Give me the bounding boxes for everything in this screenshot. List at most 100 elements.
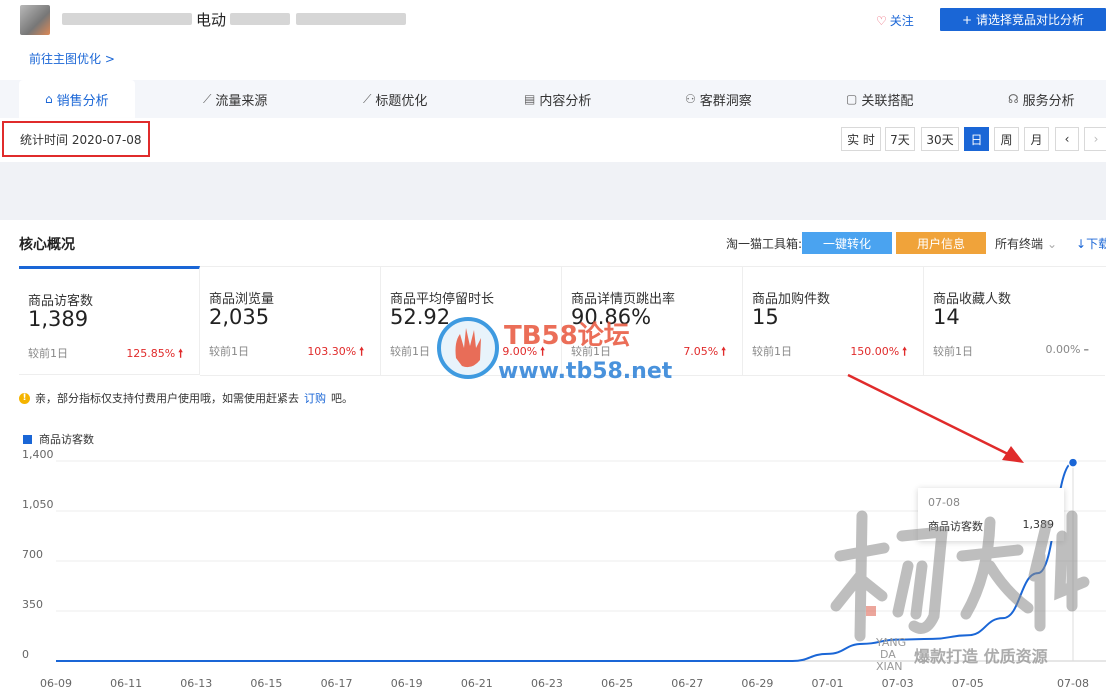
metric-card[interactable]: 商品平均停留时长 52.92 较前1日 9.00% 🠕 [381, 267, 562, 376]
y-tick-label: 700 [22, 548, 43, 561]
metric-change-value: 150.00% [850, 345, 900, 358]
tab-related-match[interactable]: ▢ 关联搭配 [846, 80, 913, 118]
tab-label: 标题优化 [375, 93, 428, 109]
x-tick-label: 06-09 [40, 677, 72, 690]
chevron-left-icon: ‹ [1064, 132, 1070, 146]
tab-sales-analysis[interactable]: ⌂ 销售分析 [19, 80, 135, 118]
terminal-select[interactable]: 所有终端 ⌄ [995, 235, 1057, 252]
arrow-up-icon: 🠕 [721, 345, 726, 358]
home-icon: ⌂ [45, 92, 53, 106]
metric-value: 1,389 [28, 307, 89, 331]
arrow-up-icon: 🠕 [178, 347, 183, 360]
metric-card[interactable]: 商品访客数 1,389 较前1日 125.85% 🠕 [19, 266, 200, 375]
period-30days[interactable]: 30天 [921, 127, 959, 151]
y-tick-label: 350 [22, 598, 43, 611]
chevron-down-icon: ⌄ [1047, 237, 1058, 251]
breadcrumb-main-image-optimize[interactable]: 前往主图优化 > [29, 50, 115, 67]
download-label: 下载 [1086, 237, 1106, 251]
download-button[interactable]: ↓下载 [1076, 235, 1106, 252]
doc-icon: ▤ [524, 92, 536, 106]
tab-service-analysis[interactable]: ☊ 服务分析 [1008, 80, 1075, 118]
x-tick-label: 06-19 [391, 677, 423, 690]
blurred-text [230, 13, 291, 25]
tab-label: 内容分析 [539, 93, 592, 109]
tab-label: 流量来源 [215, 93, 268, 109]
x-tick-label: 07-05 [952, 677, 984, 690]
tooltip-series-name: 商品访客数 [928, 520, 983, 533]
tab-content-analysis[interactable]: ▤ 内容分析 [524, 80, 591, 118]
period-7days[interactable]: 7天 [885, 127, 915, 151]
one-click-convert-button[interactable]: 一键转化 [802, 232, 892, 254]
metric-compare-label: 较前1日 [752, 345, 792, 358]
y-tick-label: 1,400 [22, 448, 54, 461]
metric-value: 15 [752, 305, 779, 329]
arrow-up-icon: 🠕 [902, 345, 907, 358]
metric-change: 0.00% – [1046, 343, 1089, 356]
metric-value: 52.92 [390, 305, 451, 329]
visitors-line-chart[interactable]: 0 350 700 1,050 1,400 06-09 06-11 06-13 06-15 06-… [0, 448, 1106, 699]
paid-feature-notice: ! 亲，部分指标仅支持付费用户使用哦，如需使用赶紧去 订购 吧。 [19, 390, 353, 406]
metric-value: 90.86% [571, 305, 652, 329]
metric-change: 7.05% 🠕 [683, 343, 726, 362]
tab-customer-insight[interactable]: ⚇ 客群洞察 [685, 80, 752, 118]
chart-legend[interactable]: 商品访客数 [23, 431, 94, 447]
metric-card[interactable]: 商品加购件数 15 较前1日 150.00% 🠕 [743, 267, 924, 376]
y-tick-label: 0 [22, 648, 29, 661]
user-info-button[interactable]: 用户信息 [896, 232, 986, 254]
subscribe-link[interactable]: 订购 [304, 390, 326, 406]
metric-change: 103.30% 🠕 [307, 343, 364, 362]
metric-change-value: 7.05% [683, 345, 719, 358]
metric-cards: 商品访客数 1,389 较前1日 125.85% 🠕 商品浏览量 2,035 较前… [19, 266, 1106, 376]
info-icon: ! [19, 392, 30, 404]
tooltip-value: 1,389 [1022, 518, 1055, 531]
arrow-up-icon: 🠕 [359, 345, 364, 358]
data-point [1067, 457, 1079, 468]
chevron-right-icon: › [1093, 132, 1099, 146]
x-tick-label: 06-11 [110, 677, 142, 690]
metric-change: 125.85% 🠕 [126, 345, 183, 364]
shop-name-text: 电动 [196, 10, 227, 29]
metric-change: 9.00% 🠕 [502, 343, 545, 362]
period-realtime[interactable]: 实 时 [841, 127, 881, 151]
tooltip-date: 07-08 [928, 496, 960, 509]
metric-card[interactable]: 商品详情页跳出率 90.86% 较前1日 7.05% 🠕 [562, 267, 743, 376]
x-tick-label: 06-27 [671, 677, 703, 690]
legend-label: 商品访客数 [39, 433, 94, 446]
top-header: 电动 ♡ 关注 + 请选择竞品对比分析 前往主图优化 > [0, 0, 1106, 80]
tab-title-optimize[interactable]: ⟋ 标题优化 [363, 80, 427, 118]
legend-swatch [23, 434, 32, 444]
compare-competitor-button[interactable]: + 请选择竞品对比分析 [940, 8, 1106, 31]
follow-label: 关注 [889, 14, 914, 28]
tab-label: 销售分析 [56, 93, 109, 109]
metric-change-value: 125.85% [126, 347, 176, 360]
metric-change: 150.00% 🠕 [850, 343, 907, 362]
toolbox-label: 淘一猫工具箱: [726, 237, 803, 251]
blurred-text [62, 13, 192, 25]
follow-button[interactable]: ♡ 关注 [876, 12, 914, 29]
period-day[interactable]: 日 [964, 127, 989, 151]
tab-label: 服务分析 [1022, 93, 1075, 109]
next-date-button[interactable]: › [1084, 127, 1106, 151]
x-tick-label: 06-25 [601, 677, 633, 690]
metric-card[interactable]: 商品浏览量 2,035 较前1日 103.30% 🠕 [200, 267, 381, 376]
tab-traffic-source[interactable]: ⟋ 流量来源 [203, 80, 267, 118]
time-filter-bar: 统计时间 2020-07-08 实 时 7天 30天 日 周 月 ‹ › [0, 118, 1106, 162]
metric-card[interactable]: 商品收藏人数 14 较前1日 0.00% – [924, 267, 1105, 376]
period-week[interactable]: 周 [994, 127, 1019, 151]
flat-dash-icon: – [1083, 343, 1090, 356]
heart-icon: ♡ [876, 13, 887, 28]
trend-icon: ⟋ [363, 91, 372, 106]
x-tick-label: 06-17 [321, 677, 353, 690]
tab-label: 客群洞察 [699, 93, 752, 109]
metric-value: 2,035 [209, 305, 270, 329]
headset-icon: ☊ [1008, 92, 1019, 106]
shop-avatar [20, 5, 50, 35]
core-overview-title: 核心概况 [19, 237, 75, 253]
plus-icon: + [961, 12, 973, 27]
download-icon: ↓ [1076, 237, 1087, 251]
prev-date-button[interactable]: ‹ [1055, 127, 1079, 151]
period-month[interactable]: 月 [1024, 127, 1049, 151]
terminal-value: 所有终端 [995, 237, 1044, 251]
tab-bar: ⌂ 销售分析 ⟋ 流量来源 ⟋ 标题优化 ▤ 内容分析 ⚇ 客群洞察 ▢ 关联搭… [0, 80, 1106, 118]
x-tick-label: 06-23 [531, 677, 563, 690]
